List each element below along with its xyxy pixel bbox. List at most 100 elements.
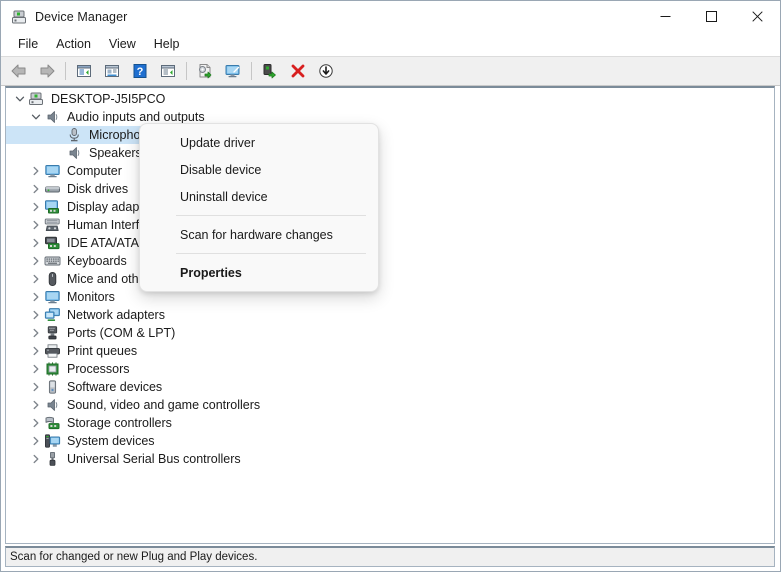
chevron-down-icon[interactable] xyxy=(28,109,44,125)
tree-node-display[interactable]: Display adapters xyxy=(6,198,774,216)
tree-node-ports[interactable]: Ports (COM & LPT) xyxy=(6,324,774,342)
display-button[interactable] xyxy=(220,59,246,83)
tree-node-label: Software devices xyxy=(67,380,163,394)
tree-node-speakers[interactable]: Speakers (Realtek Audio) xyxy=(6,144,774,162)
chevron-down-icon[interactable] xyxy=(12,91,28,107)
chevron-right-icon[interactable] xyxy=(28,361,44,377)
tree-node-processors[interactable]: Processors xyxy=(6,360,774,378)
disk-drive-icon xyxy=(44,181,61,197)
microphone-device-icon xyxy=(66,127,83,143)
update-driver-button[interactable] xyxy=(155,59,181,83)
minimize-button[interactable] xyxy=(642,1,688,32)
tree-row-content: Print queues xyxy=(6,342,143,360)
help-button[interactable]: ? xyxy=(127,59,153,83)
context-menu-disable-device[interactable]: Disable device xyxy=(144,156,374,183)
chevron-right-icon[interactable] xyxy=(28,289,44,305)
chevron-right-icon[interactable] xyxy=(28,217,44,233)
tree-node-hid[interactable]: Human Interface Devices xyxy=(6,216,774,234)
port-icon xyxy=(44,325,61,341)
tree-node-label: Print queues xyxy=(67,344,138,358)
device-manager-icon xyxy=(11,9,27,25)
tree-node-software[interactable]: Software devices xyxy=(6,378,774,396)
speaker-icon xyxy=(44,397,61,413)
tree-node-label: Computer xyxy=(67,164,122,178)
chevron-right-icon[interactable] xyxy=(28,199,44,215)
maximize-button[interactable] xyxy=(688,1,734,32)
uninstall-device-button[interactable] xyxy=(285,59,311,83)
hid-icon xyxy=(44,217,61,233)
tree-row-content: Storage controllers xyxy=(6,414,178,432)
chevron-right-icon[interactable] xyxy=(28,307,44,323)
chevron-right-icon[interactable] xyxy=(28,379,44,395)
chevron-right-icon[interactable] xyxy=(28,253,44,269)
chevron-right-icon[interactable] xyxy=(28,433,44,449)
back-button[interactable] xyxy=(6,59,32,83)
menu-bar: File Action View Help xyxy=(1,32,780,56)
tree-node-system[interactable]: System devices xyxy=(6,432,774,450)
processor-icon xyxy=(44,361,61,377)
tree-node-label: Monitors xyxy=(67,290,115,304)
chevron-right-icon[interactable] xyxy=(28,397,44,413)
download-button[interactable] xyxy=(313,59,339,83)
tree-node-label: Sound, video and game controllers xyxy=(67,398,261,412)
tree-node-mice[interactable]: Mice and other pointing devices xyxy=(6,270,774,288)
toolbar-separator-2 xyxy=(186,62,187,80)
tree-node-ide[interactable]: IDE ATA/ATAPI controllers xyxy=(6,234,774,252)
tree-node-usb[interactable]: Universal Serial Bus controllers xyxy=(6,450,774,468)
tree-node-network[interactable]: Network adapters xyxy=(6,306,774,324)
close-button[interactable] xyxy=(734,1,780,32)
monitor-icon xyxy=(44,163,61,179)
chevron-right-icon[interactable] xyxy=(28,343,44,359)
context-menu-properties[interactable]: Properties xyxy=(144,259,374,286)
context-menu-scan-hardware[interactable]: Scan for hardware changes xyxy=(144,221,374,248)
tree-node-label: Processors xyxy=(67,362,130,376)
menu-action[interactable]: Action xyxy=(47,34,100,54)
tree-row-content: Monitors xyxy=(6,288,121,306)
tree-node-sound[interactable]: Sound, video and game controllers xyxy=(6,396,774,414)
chevron-right-icon[interactable] xyxy=(28,451,44,467)
device-tree: DESKTOP-J5I5PCO Audio inputs and outputs M… xyxy=(6,88,774,468)
storage-controller-icon xyxy=(44,415,61,431)
tree-node-label: Storage controllers xyxy=(67,416,172,430)
chevron-right-icon[interactable] xyxy=(28,181,44,197)
chevron-right-icon[interactable] xyxy=(28,163,44,179)
menu-help[interactable]: Help xyxy=(145,34,189,54)
tree-node-computer[interactable]: Computer xyxy=(6,162,774,180)
svg-text:?: ? xyxy=(137,66,144,78)
toolbar-separator-3 xyxy=(251,62,252,80)
keyboard-icon xyxy=(44,253,61,269)
toolbar: ? xyxy=(1,56,780,86)
speaker-icon xyxy=(66,145,83,161)
tree-node-keyboards[interactable]: Keyboards xyxy=(6,252,774,270)
tree-node-print-queues[interactable]: Print queues xyxy=(6,342,774,360)
context-menu-separator-1 xyxy=(176,215,366,216)
tree-row-content: Processors xyxy=(6,360,136,378)
menu-file[interactable]: File xyxy=(9,34,47,54)
forward-button[interactable] xyxy=(34,59,60,83)
usb-icon xyxy=(44,451,61,467)
tree-node-label: Ports (COM & LPT) xyxy=(67,326,176,340)
tree-node-audio[interactable]: Audio inputs and outputs xyxy=(6,108,774,126)
chevron-right-icon[interactable] xyxy=(28,271,44,287)
device-tree-panel: DESKTOP-J5I5PCO Audio inputs and outputs M… xyxy=(5,86,775,544)
tree-node-desktop[interactable]: DESKTOP-J5I5PCO xyxy=(6,90,774,108)
menu-view[interactable]: View xyxy=(100,34,145,54)
chevron-right-icon[interactable] xyxy=(28,325,44,341)
chevron-right-icon[interactable] xyxy=(28,415,44,431)
tree-node-microphone[interactable]: Microphone (Realtek Audio) xyxy=(6,126,774,144)
tree-row-content: Software devices xyxy=(6,378,168,396)
tree-row-content: Universal Serial Bus controllers xyxy=(6,450,247,468)
context-menu-update-driver[interactable]: Update driver xyxy=(144,129,374,156)
scan-for-hardware-changes-button[interactable] xyxy=(192,59,218,83)
tree-node-monitors[interactable]: Monitors xyxy=(6,288,774,306)
tree-row-content: Ports (COM & LPT) xyxy=(6,324,181,342)
tree-node-label: Network adapters xyxy=(67,308,165,322)
chevron-right-icon[interactable] xyxy=(28,235,44,251)
context-menu-uninstall-device[interactable]: Uninstall device xyxy=(144,183,374,210)
show-hide-console-tree-button[interactable] xyxy=(71,59,97,83)
disable-device-button[interactable] xyxy=(257,59,283,83)
tree-node-disk-drives[interactable]: Disk drives xyxy=(6,180,774,198)
device-manager-window: Device Manager File Action View Help ? D… xyxy=(0,0,781,572)
properties-button[interactable] xyxy=(99,59,125,83)
tree-node-storage[interactable]: Storage controllers xyxy=(6,414,774,432)
